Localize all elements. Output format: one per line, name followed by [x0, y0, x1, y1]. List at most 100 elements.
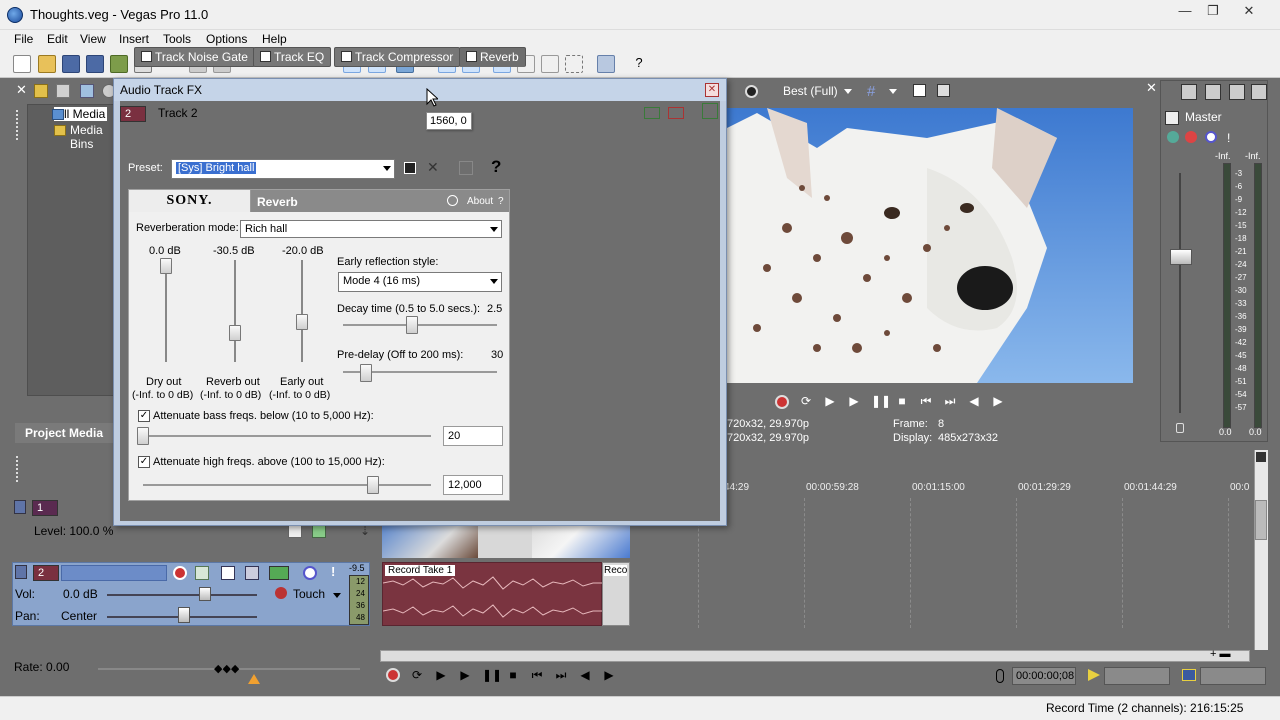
solo-icon[interactable]: !: [331, 564, 335, 579]
menu-help[interactable]: Help: [262, 32, 287, 46]
pause-icon[interactable]: ❚❚: [871, 394, 891, 408]
panel-close-icon[interactable]: ✕: [16, 82, 27, 98]
save-icon[interactable]: [62, 55, 80, 73]
bass-slider-track[interactable]: [143, 435, 431, 437]
maximize-button[interactable]: ❐: [1198, 2, 1228, 22]
whats-this-help-icon[interactable]: ?: [630, 55, 648, 73]
tree-item-media-bins[interactable]: Media Bins: [70, 123, 116, 151]
track-name-field[interactable]: [61, 565, 167, 581]
decay-slider-thumb[interactable]: [406, 316, 418, 334]
plugin-help-icon[interactable]: ?: [491, 157, 501, 177]
automation-mode-select[interactable]: Touch: [293, 587, 325, 601]
close-window-button[interactable]: ✕: [1234, 2, 1264, 22]
save-as-icon[interactable]: [86, 55, 104, 73]
timeline-grip[interactable]: [16, 456, 20, 482]
dry-out-slider-thumb[interactable]: [160, 258, 172, 274]
mute-icon[interactable]: [303, 566, 317, 580]
play-icon[interactable]: ▶: [847, 394, 861, 408]
track-expand-icon[interactable]: [14, 500, 26, 514]
horizontal-scrollbar[interactable]: [380, 650, 1250, 662]
prev-frame-icon[interactable]: ◀: [578, 668, 592, 682]
chevron-down-icon[interactable]: [490, 227, 498, 232]
loop-icon[interactable]: ⟳: [410, 668, 424, 682]
go-to-start-icon[interactable]: ⏮: [530, 668, 544, 682]
selection-start-field[interactable]: [1104, 667, 1170, 685]
save-snapshot-icon[interactable]: [937, 84, 950, 97]
tab-track-compressor[interactable]: Track Compressor: [334, 47, 461, 67]
menu-view[interactable]: View: [80, 32, 106, 46]
chevron-down-icon[interactable]: [889, 89, 897, 94]
tab-track-noise-gate[interactable]: Track Noise Gate: [134, 47, 255, 67]
minimize-button[interactable]: —: [1170, 2, 1200, 22]
cursor-timecode[interactable]: 00:00:00;08: [1012, 667, 1076, 685]
play-from-start-icon[interactable]: ▶: [434, 668, 448, 682]
open-icon[interactable]: [38, 55, 56, 73]
routing-icon[interactable]: [1167, 131, 1179, 143]
selection-length-field[interactable]: [1200, 667, 1266, 685]
high-slider-thumb[interactable]: [367, 476, 379, 494]
arm-record-icon[interactable]: [173, 566, 187, 580]
panel-grip[interactable]: [16, 110, 20, 140]
go-to-start-icon[interactable]: ⏮: [919, 394, 933, 408]
insert-plugin-icon[interactable]: [644, 107, 660, 119]
about-help-icon[interactable]: ?: [498, 196, 504, 207]
track-fx-icon[interactable]: [195, 566, 209, 580]
reverb-out-slider-thumb[interactable]: [229, 325, 241, 341]
touch-gear-icon[interactable]: [275, 587, 287, 599]
next-frame-icon[interactable]: ▶: [991, 394, 1005, 408]
solo-icon[interactable]: !: [1227, 131, 1230, 145]
high-slider-track[interactable]: [143, 484, 431, 486]
vertical-scroll-thumb[interactable]: [1255, 500, 1267, 540]
volume-slider-track[interactable]: [107, 594, 257, 596]
bass-slider-thumb[interactable]: [137, 427, 149, 445]
reverb-mode-select[interactable]: Rich hall: [240, 220, 502, 238]
decay-slider-track[interactable]: [343, 324, 497, 326]
about-link[interactable]: About: [467, 196, 493, 207]
next-frame-icon[interactable]: ▶: [602, 668, 616, 682]
menu-options[interactable]: Options: [206, 32, 247, 46]
delete-preset-icon[interactable]: ✕: [427, 159, 439, 176]
menu-file[interactable]: File: [14, 32, 33, 46]
bass-checkbox[interactable]: ✓: [138, 410, 150, 422]
remove-plugin-icon[interactable]: [668, 107, 684, 119]
predelay-slider-thumb[interactable]: [360, 364, 372, 382]
lock-icon[interactable]: [1176, 423, 1184, 433]
checkbox-icon[interactable]: [141, 51, 152, 63]
preview-quality-select[interactable]: Best (Full): [783, 84, 838, 98]
dry-out-slider-track[interactable]: [165, 260, 167, 362]
fader-icon[interactable]: [288, 524, 302, 538]
capture-icon[interactable]: [56, 84, 70, 98]
track-1-level[interactable]: Level: 100.0 %: [34, 524, 113, 538]
vertical-scrollbar[interactable]: [1254, 450, 1268, 650]
automation-icon[interactable]: [221, 566, 235, 580]
overlays-grid-icon[interactable]: #: [867, 83, 875, 100]
master-fx-icon[interactable]: [1181, 84, 1197, 100]
pause-icon[interactable]: ❚❚: [482, 668, 502, 682]
master-fader-track[interactable]: [1179, 173, 1181, 413]
loop-icon[interactable]: ⟳: [799, 394, 813, 408]
selection-tool-icon[interactable]: [565, 55, 583, 73]
media-fx-icon[interactable]: [597, 55, 615, 73]
chevron-down-icon[interactable]: [844, 89, 852, 94]
chevron-down-icon[interactable]: [333, 593, 341, 598]
bypass-icon[interactable]: [447, 195, 458, 206]
downmix-icon[interactable]: [1205, 84, 1221, 100]
save-preset-icon[interactable]: [404, 162, 416, 174]
mixer-icon[interactable]: [1251, 84, 1267, 100]
record-icon[interactable]: [386, 668, 400, 682]
prev-frame-icon[interactable]: ◀: [967, 394, 981, 408]
snap-to-markers-icon[interactable]: [541, 55, 559, 73]
chevron-down-icon[interactable]: [383, 166, 391, 171]
import-media-icon[interactable]: [34, 84, 48, 98]
stop-icon[interactable]: ■: [895, 394, 909, 408]
menu-edit[interactable]: Edit: [47, 32, 68, 46]
volume-slider-thumb[interactable]: [199, 587, 211, 601]
menu-tools[interactable]: Tools: [163, 32, 191, 46]
record-icon[interactable]: [775, 395, 789, 409]
play-from-start-icon[interactable]: ▶: [823, 394, 837, 408]
tab-track-eq[interactable]: Track EQ: [253, 47, 332, 67]
new-icon[interactable]: [13, 55, 31, 73]
preset-select[interactable]: [Sys] Bright hall: [171, 159, 395, 179]
envelope-icon[interactable]: [245, 566, 259, 580]
track-expand-icon[interactable]: [15, 565, 27, 579]
